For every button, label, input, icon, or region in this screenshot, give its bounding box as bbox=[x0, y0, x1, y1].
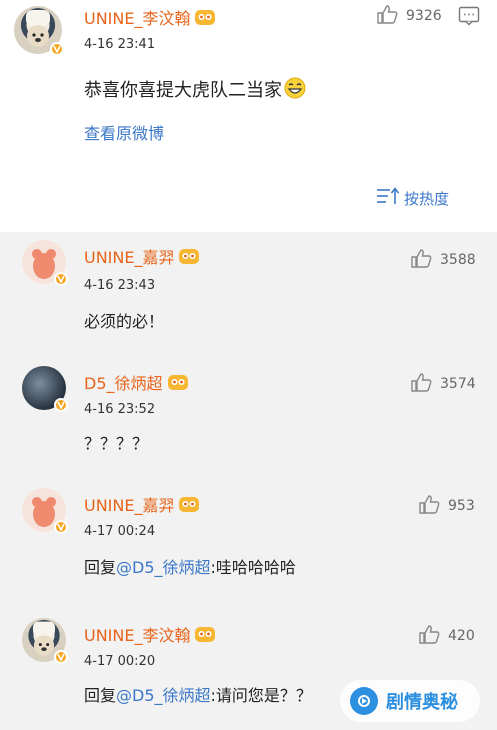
like-count: 3574 bbox=[440, 376, 476, 392]
like-count: 953 bbox=[448, 498, 475, 514]
comment-text: :哇哈哈哈哈 bbox=[210, 558, 296, 577]
like-button[interactable]: 953 bbox=[418, 494, 475, 518]
sort-icon bbox=[376, 186, 400, 210]
comment-text: 必须的必！ bbox=[84, 312, 165, 331]
avatar[interactable] bbox=[14, 6, 64, 56]
crown-icon bbox=[178, 247, 200, 269]
thumbs-up-icon bbox=[410, 248, 432, 272]
username[interactable]: UNINE_嘉羿 bbox=[84, 248, 174, 267]
thumbs-up-icon bbox=[376, 4, 398, 28]
comment-text: :请问您是？？ bbox=[210, 686, 312, 705]
username[interactable]: D5_徐炳超 bbox=[84, 374, 163, 393]
watermark-logo-icon bbox=[350, 687, 378, 715]
verified-badge-icon bbox=[54, 650, 68, 664]
timestamp: 4-16 23:41 bbox=[84, 37, 156, 52]
reply-prefix: 回复 bbox=[84, 558, 117, 577]
thumbs-up-icon bbox=[418, 494, 440, 518]
comment-text: ？？？？ bbox=[84, 434, 149, 453]
like-count: 420 bbox=[448, 628, 475, 644]
crown-icon bbox=[178, 495, 200, 517]
avatar[interactable] bbox=[22, 240, 68, 286]
reply-prefix: 回复 bbox=[84, 686, 117, 705]
avatar[interactable] bbox=[22, 366, 68, 412]
avatar[interactable] bbox=[22, 488, 68, 534]
verified-badge-icon bbox=[50, 42, 64, 56]
thumbs-up-icon bbox=[410, 372, 432, 396]
username[interactable]: UNINE_李汶翰 bbox=[84, 9, 190, 28]
username[interactable]: UNINE_嘉羿 bbox=[84, 496, 174, 515]
like-button[interactable]: 420 bbox=[418, 624, 475, 648]
mention-link[interactable]: @D5_徐炳超 bbox=[116, 686, 211, 705]
laughing-emoji-icon bbox=[284, 77, 306, 104]
like-button[interactable]: 3574 bbox=[410, 372, 476, 396]
like-button[interactable]: 3588 bbox=[410, 248, 476, 272]
main-comment: UNINE_李汶翰 4-16 23:41 9326 恭喜你喜提大虎队二当家 查看… bbox=[0, 0, 497, 232]
crown-icon bbox=[167, 373, 189, 395]
username[interactable]: UNINE_李汶翰 bbox=[84, 626, 190, 645]
mention-link[interactable]: @D5_徐炳超 bbox=[116, 558, 211, 577]
view-original-link[interactable]: 查看原微博 bbox=[84, 120, 164, 144]
like-button[interactable]: 9326 bbox=[376, 4, 442, 28]
crown-icon bbox=[194, 625, 216, 647]
timestamp: 4-16 23:43 bbox=[84, 278, 156, 293]
like-count: 3588 bbox=[440, 252, 476, 268]
sort-button[interactable]: 按热度 bbox=[376, 186, 449, 210]
timestamp: 4-17 00:24 bbox=[84, 524, 156, 539]
verified-badge-icon bbox=[54, 398, 68, 412]
avatar[interactable] bbox=[22, 618, 68, 664]
comment-icon[interactable] bbox=[458, 6, 480, 30]
verified-badge-icon bbox=[54, 520, 68, 534]
thumbs-up-icon bbox=[418, 624, 440, 648]
verified-badge-icon bbox=[54, 272, 68, 286]
timestamp: 4-16 23:52 bbox=[84, 402, 156, 417]
reply-list: UNINE_嘉羿 4-16 23:43 3588 必须的必！ D5_徐炳超 4-… bbox=[0, 232, 497, 730]
sort-label: 按热度 bbox=[404, 189, 450, 208]
timestamp: 4-17 00:20 bbox=[84, 654, 156, 669]
like-count: 9326 bbox=[406, 8, 442, 24]
watermark: 剧情奥秘 bbox=[340, 680, 480, 722]
comment-text: 恭喜你喜提大虎队二当家 bbox=[84, 80, 282, 101]
crown-icon bbox=[194, 8, 216, 30]
watermark-text: 剧情奥秘 bbox=[386, 692, 458, 713]
